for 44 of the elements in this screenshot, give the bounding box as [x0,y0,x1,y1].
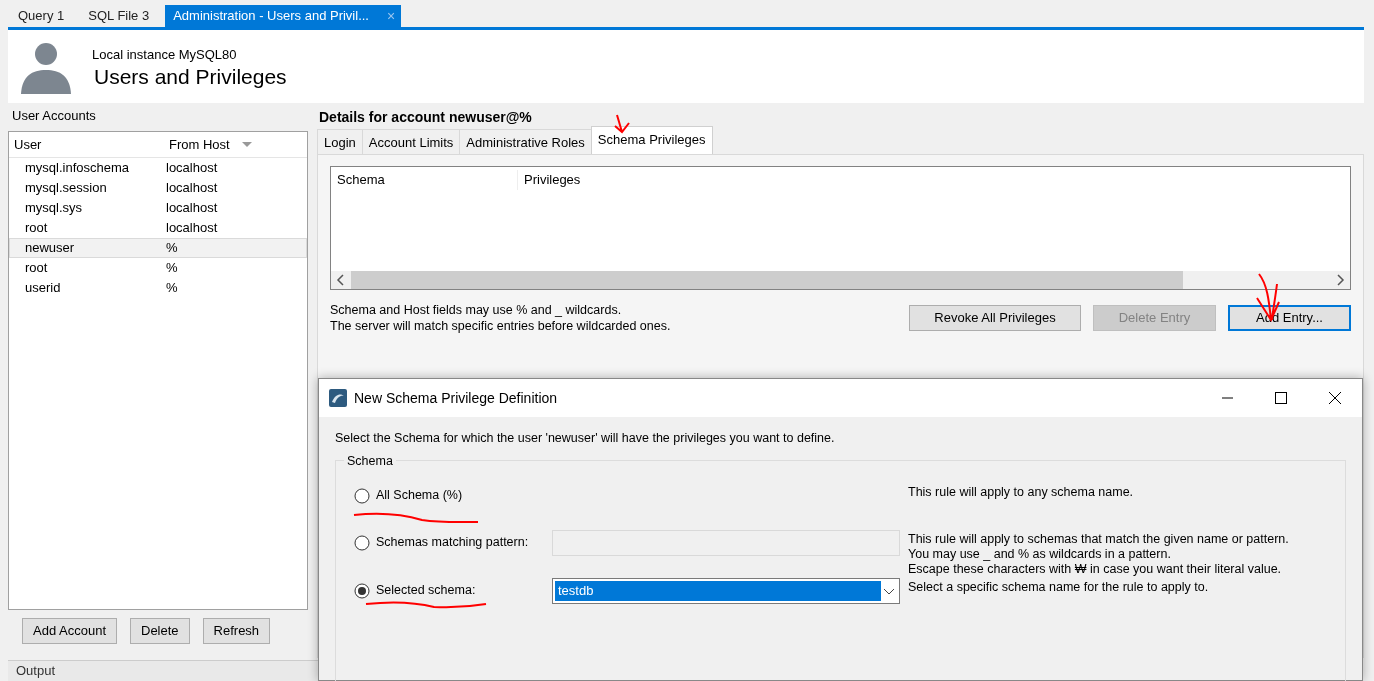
description-text: Select a specific schema name for the rule to apply to. [908,579,1209,595]
schema-dropdown[interactable]: testdb [552,577,900,604]
document-tab[interactable]: Administration - Users and Privil... × [165,5,402,27]
radio-option[interactable]: All Schema (%) [354,486,463,505]
column-header[interactable]: User [9,134,159,155]
app-icon [329,389,347,407]
user-row[interactable]: root % [9,258,307,278]
column-header[interactable]: From Host [164,134,230,155]
description-text: Escape these characters with ₩ in case you want their literal value. [908,561,1283,577]
user-row[interactable]: newuser % [9,238,307,258]
user-row[interactable]: mysql.sys localhost [9,198,307,218]
details-heading: Details for account newuser@% [318,108,533,127]
column-header[interactable]: Privileges [518,170,581,190]
description-text: This rule will apply to schemas that match the given name or pattern. [908,531,1289,547]
account-button[interactable]: Refresh [202,618,271,644]
horizontal-scrollbar[interactable] [331,271,1350,289]
radio-option[interactable]: Selected schema: [354,581,476,600]
close-icon [1329,392,1341,404]
user-row[interactable]: mysql.infoschema localhost [9,158,307,178]
maximize-icon [1275,392,1287,404]
description-text: This rule will apply to any schema name. [908,484,1134,500]
section-label: User Accounts [11,107,97,125]
details-tab[interactable]: Schema Privileges [590,125,713,154]
user-row[interactable]: userid % [9,278,307,298]
output-bar: Output [8,660,318,681]
column-header[interactable]: Schema [331,170,518,190]
user-row[interactable]: mysql.session localhost [9,178,307,198]
dialog-prompt: Select the Schema for which the user 'newuser' will have the privileges you want to define. [335,430,836,447]
entry-button[interactable]: Revoke All Privileges [909,305,1081,331]
page-title: Users and Privileges [94,64,287,88]
sort-icon [241,142,252,147]
annotation-arrow [612,113,632,135]
dialog-title: New Schema Privilege Definition [354,388,558,408]
account-button[interactable]: Add Account [22,618,117,644]
document-tab[interactable]: Query 1 [10,5,81,27]
radio-option[interactable]: Schemas matching pattern: [354,533,529,552]
details-tab[interactable]: Login [317,128,363,154]
user-row[interactable]: root localhost [9,218,307,238]
hint-text: The server will match specific entries before wildcarded ones. [330,318,671,334]
hint-text: Schema and Host fields may use % and _ wildcards. [330,302,623,318]
instance-label: Local instance MySQL80 [92,46,238,65]
description-text: You may use _ and % as wildcards in a pattern. [908,546,1172,562]
account-button[interactable]: Delete [130,618,190,644]
document-tab[interactable]: SQL File 3 [80,5,166,27]
